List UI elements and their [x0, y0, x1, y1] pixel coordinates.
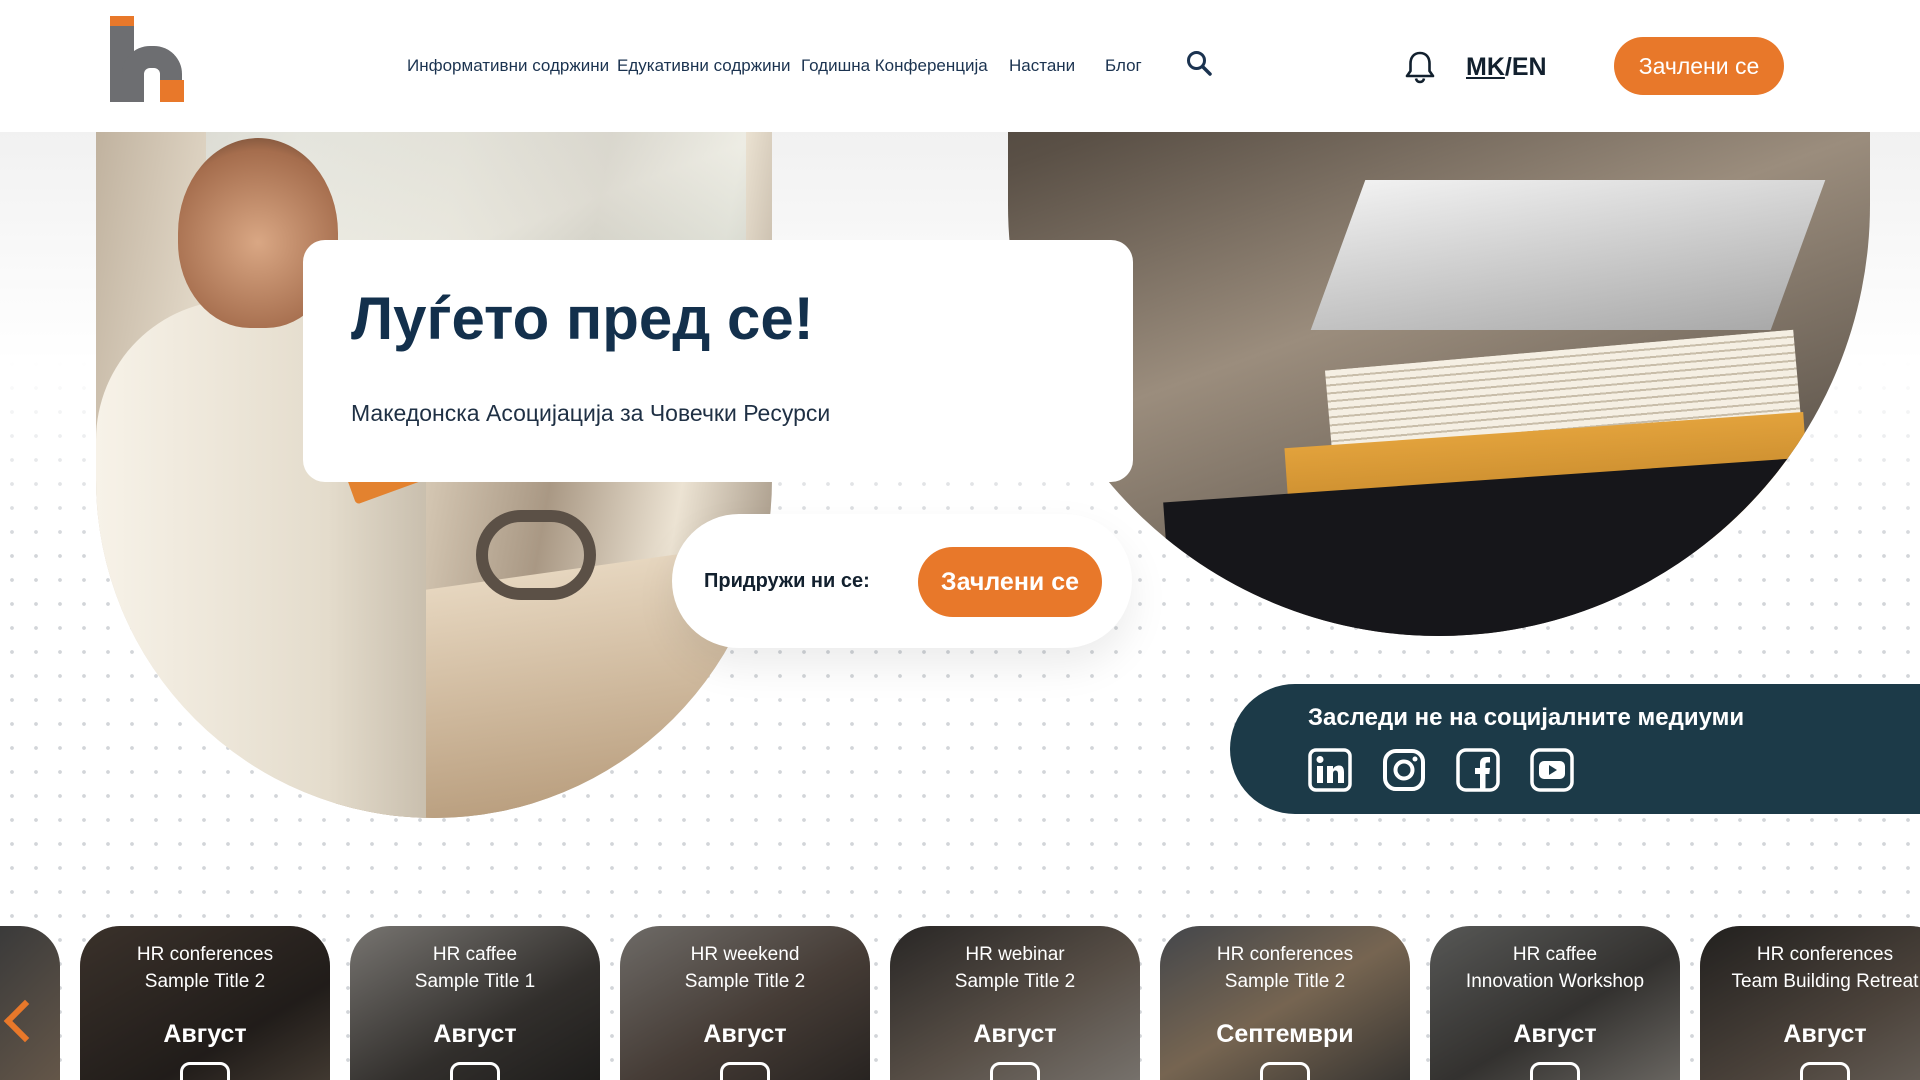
nav-item-blog[interactable]: Блог — [1105, 56, 1142, 76]
site-logo[interactable] — [110, 16, 186, 102]
event-category: HR conferences — [1216, 944, 1354, 965]
event-month: Август — [433, 1020, 517, 1048]
event-month: Август — [1783, 1020, 1867, 1048]
social-panel: Заследи не на социјалните медиуми — [1230, 684, 1920, 814]
hero-card: Луѓето пред се! Македонска Асоцијација з… — [303, 240, 1133, 482]
header-join-button[interactable]: Зачлени се — [1614, 37, 1784, 95]
event-title: Innovation Workshop — [1465, 971, 1645, 992]
event-category: HR conferences — [1756, 944, 1894, 965]
event-month: Септември — [1216, 1020, 1354, 1048]
event-category: HR caffee — [1512, 944, 1598, 965]
lang-en-link[interactable]: EN — [1512, 53, 1547, 81]
event-day-badge — [1530, 1062, 1580, 1080]
instagram-icon[interactable] — [1382, 748, 1426, 792]
event-card[interactable]: HR webinar Sample Title 2 Август — [890, 926, 1140, 1080]
event-category: HR caffee — [432, 944, 518, 965]
hero-title: Луѓето пред се! — [351, 285, 814, 352]
event-card[interactable]: HR weekend Sample Title 2 Август — [620, 926, 870, 1080]
event-title: Sample Title 1 — [414, 971, 536, 992]
event-card[interactable]: HR conferences Sample Title 2 Септември — [1160, 926, 1410, 1080]
event-card[interactable]: HR caffee Sample Title 1 Август — [350, 926, 600, 1080]
lang-mk-link[interactable]: MK — [1466, 53, 1505, 81]
hero-subtitle: Македонска Асоцијација за Човечки Ресурс… — [351, 400, 831, 426]
youtube-icon[interactable] — [1530, 748, 1574, 792]
event-title: Sample Title 2 — [954, 971, 1076, 992]
event-title: Team Building Retreat — [1731, 971, 1919, 992]
lang-separator: / — [1504, 53, 1512, 81]
nav-item-informative[interactable]: Информативни содржини — [407, 56, 609, 76]
event-category: HR webinar — [965, 944, 1065, 965]
event-day-badge — [1800, 1062, 1850, 1080]
event-category: HR conferences — [136, 944, 274, 965]
bell-icon[interactable] — [1404, 50, 1436, 84]
event-title: Sample Title 2 — [1224, 971, 1346, 992]
site-header: Информативни содржини Едукативни содржин… — [0, 0, 1920, 132]
event-day-badge — [450, 1062, 500, 1080]
event-category: HR weekend — [690, 944, 800, 965]
event-month: Август — [163, 1020, 247, 1048]
social-title: Заследи не на социјалните медиуми — [1308, 704, 1745, 731]
event-title: Sample Title 2 — [684, 971, 806, 992]
event-month: Август — [973, 1020, 1057, 1048]
event-card[interactable]: HR conferences Team Building Retreat Авг… — [1700, 926, 1920, 1080]
event-day-badge — [720, 1062, 770, 1080]
event-month: Август — [1513, 1020, 1597, 1048]
events-carousel: HR conferences Sample Title 2 Август HR … — [0, 926, 1920, 1080]
linkedin-icon[interactable] — [1308, 748, 1352, 792]
carousel-prev-icon[interactable] — [3, 999, 47, 1043]
search-icon[interactable] — [1186, 50, 1212, 76]
language-switcher: MK/EN — [1466, 53, 1547, 82]
event-title: Sample Title 2 — [144, 971, 266, 992]
nav-item-educational[interactable]: Едукативни содржини — [617, 56, 790, 76]
event-day-badge — [990, 1062, 1040, 1080]
nav-item-conference[interactable]: Годишна Конференција — [801, 56, 988, 76]
join-prompt: Придружи ни се: — [704, 570, 870, 592]
event-day-badge — [180, 1062, 230, 1080]
nav-item-events[interactable]: Настани — [1009, 56, 1075, 76]
event-card[interactable]: HR conferences Sample Title 2 Август — [80, 926, 330, 1080]
event-card[interactable]: HR caffee Innovation Workshop Август — [1430, 926, 1680, 1080]
event-day-badge — [1260, 1062, 1310, 1080]
join-panel: Придружи ни се: Зачлени се — [672, 514, 1132, 648]
hero-join-button[interactable]: Зачлени се — [918, 547, 1102, 617]
event-card-partial[interactable] — [0, 926, 60, 1080]
event-month: Август — [703, 1020, 787, 1048]
facebook-icon[interactable] — [1456, 748, 1500, 792]
